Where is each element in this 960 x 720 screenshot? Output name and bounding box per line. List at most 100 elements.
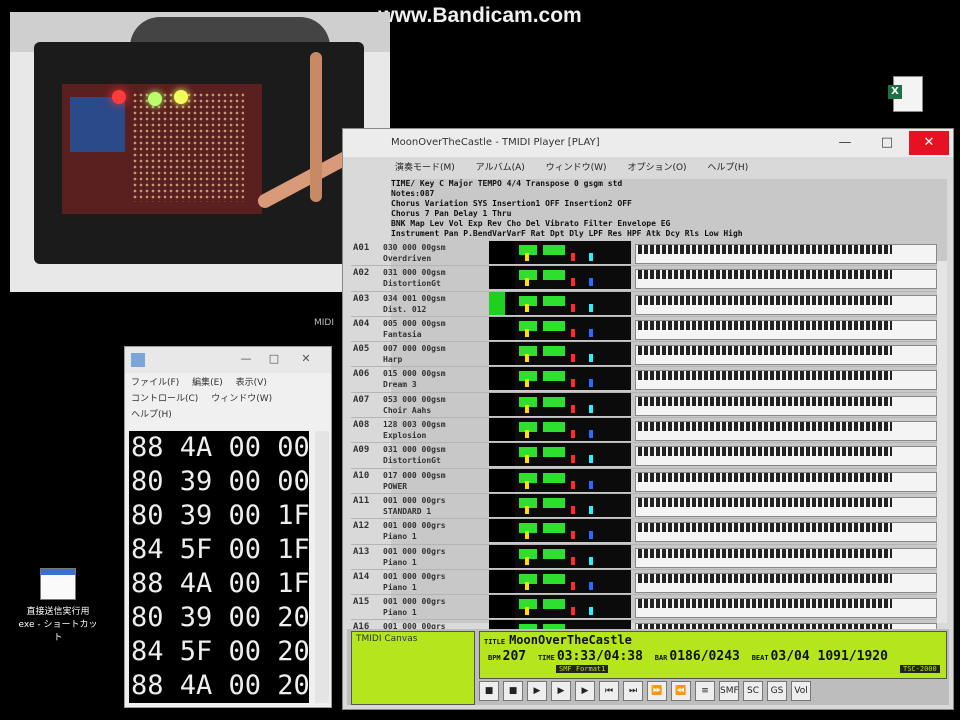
- effect-marker-2: [589, 455, 593, 464]
- channel-number: A14: [353, 571, 370, 582]
- keyboard-display: [635, 421, 937, 442]
- transport-button[interactable]: ⏭: [623, 681, 643, 701]
- channel-program: 001 000 00grsPiano 1: [383, 546, 446, 568]
- program-code: 017 000 00gsm: [383, 470, 446, 480]
- transport-button[interactable]: SMF: [719, 681, 739, 701]
- channel-row[interactable]: A11 001 000 00grs STANDARD 1: [351, 493, 941, 520]
- level-meter: [489, 595, 515, 619]
- pan-marker: [525, 480, 529, 489]
- effect-marker-2: [589, 531, 593, 540]
- green-led: [148, 92, 162, 106]
- menu-control[interactable]: コントロール(C): [131, 394, 198, 404]
- tmidi-canvas-display: TMIDI Canvas: [351, 631, 475, 705]
- parameter-bars: [515, 367, 631, 391]
- channel-number: A13: [353, 546, 370, 557]
- menu-window[interactable]: ウィンドウ(W): [546, 163, 607, 173]
- channel-row[interactable]: A12 001 000 00grs Piano 1: [351, 519, 941, 545]
- keyboard-display: [635, 572, 937, 593]
- instrument-name: Dist. 012: [383, 304, 427, 314]
- close-button[interactable]: ✕: [295, 351, 317, 367]
- menu-view[interactable]: 表示(V): [236, 378, 267, 388]
- effect-marker: [571, 278, 575, 287]
- transport-button[interactable]: ■: [503, 681, 523, 701]
- effect-marker: [571, 556, 575, 565]
- bandicam-watermark: www.Bandicam.com: [378, 4, 582, 27]
- song-lcd: TITLE MoonOverTheCastle BPM 207 TIME 03:33/…: [479, 631, 947, 679]
- channel-number: A11: [353, 495, 370, 506]
- transport-button[interactable]: ▶: [551, 681, 571, 701]
- channel-row[interactable]: A06 015 000 00gsm Dream 3: [351, 367, 941, 393]
- menu-edit[interactable]: 編集(E): [192, 378, 223, 388]
- effect-marker: [571, 430, 575, 439]
- menu-window[interactable]: ウィンドウ(W): [211, 394, 272, 404]
- time-value: 03:33/04:38: [556, 649, 643, 664]
- transport-button[interactable]: ⏪: [671, 681, 691, 701]
- menu-options[interactable]: オプション(O): [627, 163, 686, 173]
- menu-album[interactable]: アルバム(A): [476, 163, 525, 173]
- transport-button[interactable]: GS: [767, 681, 787, 701]
- info-line: Chorus 7 Pan Delay 1 Thru: [391, 209, 512, 218]
- effect-marker-2: [589, 480, 593, 489]
- channel-number: A03: [353, 293, 370, 304]
- parameter-bars: [515, 266, 631, 290]
- transport-button[interactable]: Vol: [791, 681, 811, 701]
- transport-button[interactable]: ▶: [527, 681, 547, 701]
- instrument-name: Piano 1: [383, 582, 417, 592]
- pan-marker: [525, 303, 529, 312]
- transport-button[interactable]: ■: [479, 681, 499, 701]
- channel-row[interactable]: A14 001 000 00grs Piano 1: [351, 569, 941, 596]
- close-button[interactable]: ✕: [909, 131, 949, 155]
- hex-line: 80 39 00 1F: [131, 500, 310, 531]
- tmidi-titlebar: MoonOverTheCastle - TMIDI Player [PLAY] …: [343, 129, 953, 157]
- menu-help[interactable]: ヘルプ(H): [707, 163, 748, 173]
- hex-monitor-window: — □ ✕ ファイル(F) 編集(E) 表示(V) コントロール(C) ウィンド…: [124, 346, 332, 708]
- vertical-scrollbar[interactable]: [937, 261, 947, 623]
- channel-row[interactable]: A01 030 000 00gsm Overdriven: [351, 241, 941, 267]
- channel-row[interactable]: A03 034 001 00gsm Dist. 012: [351, 291, 941, 317]
- minimize-button[interactable]: —: [235, 351, 257, 367]
- pan-marker: [525, 253, 529, 261]
- program-code: 001 000 00grs: [383, 597, 446, 607]
- channel-row[interactable]: A02 031 000 00gsm DistortionGt: [351, 266, 941, 292]
- transport-button[interactable]: ▶: [575, 681, 595, 701]
- desktop-shortcut[interactable]: 直接送信実行用 exe - ショートカット: [18, 568, 98, 643]
- excel-file-icon[interactable]: [888, 76, 928, 112]
- level-meter: [489, 544, 515, 568]
- channel-row[interactable]: A05 007 000 00gsm Harp: [351, 342, 941, 368]
- transport-button[interactable]: ≡: [695, 681, 715, 701]
- channel-row[interactable]: A04 005 000 00gsm Fantasia: [351, 316, 941, 343]
- transport-button[interactable]: ⏩: [647, 681, 667, 701]
- vertical-scrollbar[interactable]: [315, 431, 329, 703]
- window-title: MoonOverTheCastle - TMIDI Player [PLAY]: [391, 137, 600, 148]
- channel-row[interactable]: A13 001 000 00grs Piano 1: [351, 544, 941, 570]
- canvas-title: TMIDI Canvas: [356, 634, 418, 644]
- cable-2: [310, 52, 322, 202]
- device-badge: TSC-2000: [900, 665, 940, 673]
- maximize-button[interactable]: □: [263, 351, 285, 367]
- minimize-button[interactable]: —: [825, 131, 865, 155]
- channel-row[interactable]: A15 001 000 00grs Piano 1: [351, 595, 941, 621]
- instrument-name: Piano 1: [383, 608, 417, 618]
- parameter-bars: [515, 468, 631, 492]
- maximize-button[interactable]: □: [867, 131, 907, 155]
- transport-button[interactable]: SC: [743, 681, 763, 701]
- menu-file[interactable]: ファイル(F): [131, 378, 179, 388]
- channel-row[interactable]: A10 017 000 00gsm POWER: [351, 468, 941, 494]
- pan-marker: [525, 455, 529, 464]
- channel-row[interactable]: A07 053 000 00gsm Choir Aahs: [351, 392, 941, 419]
- menu-mode[interactable]: 演奏モード(M): [395, 163, 455, 173]
- channel-program: 001 000 00grsPiano 1: [383, 571, 446, 593]
- hex-line: 80 39 00 00: [131, 466, 310, 497]
- channel-row[interactable]: A08 128 003 00gsm Explosion: [351, 418, 941, 444]
- channel-row[interactable]: A09 031 000 00gsm DistortionGt: [351, 443, 941, 469]
- keyboard-display: [635, 496, 937, 517]
- level-meter: [489, 468, 515, 492]
- hex-line: 88 4A 00 20: [131, 670, 310, 701]
- level-meter: [489, 569, 515, 593]
- menu-help[interactable]: ヘルプ(H): [131, 410, 172, 420]
- effect-marker: [571, 581, 575, 590]
- pan-marker: [525, 379, 529, 388]
- instrument-name: STANDARD 1: [383, 506, 432, 516]
- transport-button[interactable]: ⏮: [599, 681, 619, 701]
- pan-marker: [525, 328, 529, 337]
